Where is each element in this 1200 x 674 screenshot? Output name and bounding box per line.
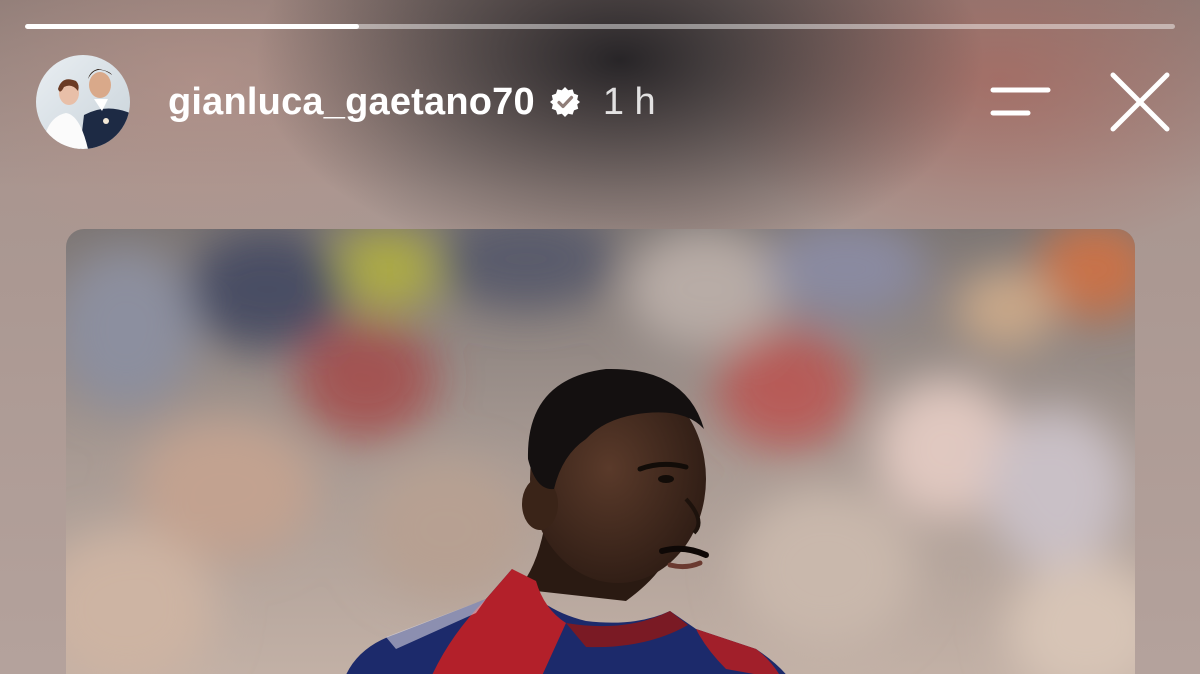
football-player-image	[66, 229, 1135, 674]
username[interactable]: gianluca_gaetano70	[168, 81, 535, 124]
avatar[interactable]	[36, 55, 130, 149]
story-viewer[interactable]: gianluca_gaetano70 1 h	[0, 0, 1200, 674]
story-progress-bar	[25, 24, 1175, 29]
post-time: 1 h	[602, 80, 656, 123]
story-photo	[66, 229, 1135, 674]
avatar-image	[36, 55, 130, 149]
menu-lines-icon	[990, 87, 1051, 116]
story-progress-fill	[25, 24, 359, 29]
close-icon	[1110, 72, 1170, 132]
close-button[interactable]	[1108, 70, 1172, 134]
menu-button[interactable]	[990, 83, 1052, 123]
verified-badge-icon	[549, 86, 581, 118]
